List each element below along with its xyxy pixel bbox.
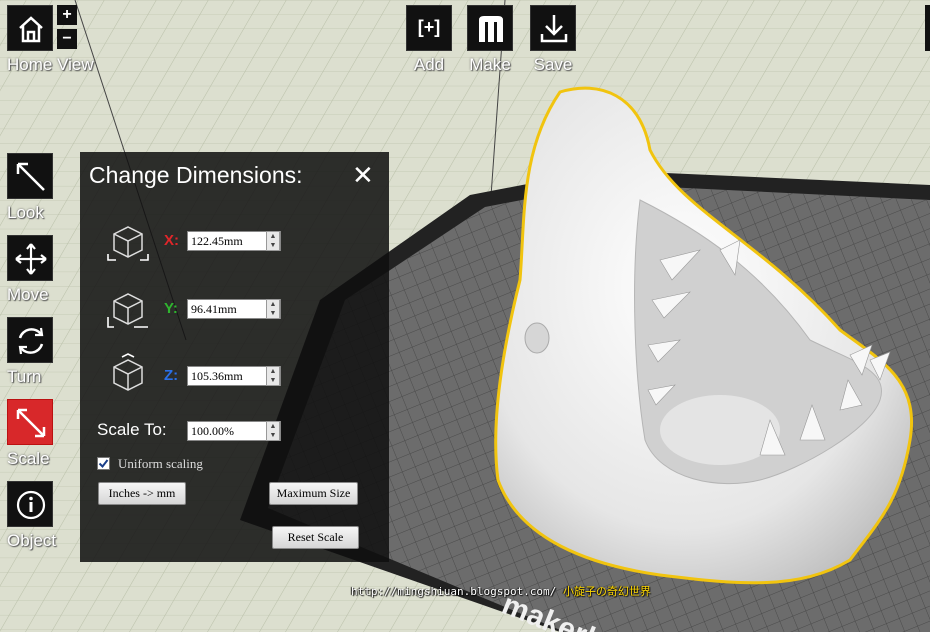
z-axis-label: Z:: [164, 367, 179, 384]
make-button[interactable]: [467, 5, 513, 51]
cube-y-icon: [107, 293, 148, 328]
scale-arrow-icon: [16, 408, 46, 438]
sidebar-label-turn: Turn: [7, 367, 42, 386]
sidebar-item-turn[interactable]: [7, 317, 53, 363]
x-dimension-stepper[interactable]: ▲ ▼: [266, 231, 280, 251]
add-label: Add: [413, 55, 445, 74]
sidebar-label-object: Object: [7, 531, 57, 550]
move-arrows-icon: [15, 243, 47, 275]
top-right-edge: [925, 5, 930, 51]
makerbot-m-icon: [479, 16, 503, 42]
zoom-out-button[interactable]: −: [57, 29, 77, 49]
download-icon: [540, 15, 568, 43]
look-arrow-icon: [16, 162, 45, 191]
add-icon: [+]: [417, 17, 441, 37]
zoom-in-button[interactable]: +: [57, 5, 77, 25]
panel-title: Change Dimensions:: [89, 162, 303, 188]
save-button[interactable]: [530, 5, 576, 51]
uniform-scaling-checkbox[interactable]: [97, 457, 110, 470]
turn-rotate-icon: [18, 327, 44, 355]
home-view-label: Home View: [7, 55, 94, 74]
y-dimension-stepper[interactable]: ▲ ▼: [266, 299, 280, 319]
cube-x-icon: [107, 226, 149, 261]
sidebar-item-move[interactable]: [7, 235, 53, 281]
cube-z-icon: [113, 353, 143, 391]
sidebar-item-scale[interactable]: [7, 399, 53, 445]
watermark-url: http://mingshiuan.blogspot.com/: [351, 585, 557, 598]
sidebar-item-look[interactable]: [7, 153, 53, 199]
make-label: Make: [469, 55, 511, 74]
info-icon: [16, 490, 46, 520]
reset-scale-button[interactable]: Reset Scale: [272, 526, 359, 549]
inches-to-mm-button[interactable]: Inches -> mm: [98, 482, 186, 505]
checkmark-icon: [98, 459, 109, 469]
sidebar-label-move: Move: [7, 285, 49, 304]
watermark: http://mingshiuan.blogspot.com/ 小旋子の奇幻世界: [351, 583, 651, 599]
y-axis-label: Y:: [164, 300, 178, 317]
home-icon: [19, 16, 43, 43]
add-button[interactable]: [+]: [406, 5, 452, 51]
x-axis-label: X:: [164, 232, 179, 249]
maximum-size-button[interactable]: Maximum Size: [269, 482, 358, 505]
sidebar-label-look: Look: [7, 203, 44, 222]
close-icon[interactable]: ✕: [352, 162, 374, 188]
save-label: Save: [533, 55, 573, 74]
change-dimensions-panel: Change Dimensions: ✕ X: 122.45mm ▲ ▼ Y: 9…: [80, 152, 389, 562]
uniform-scaling-label: Uniform scaling: [118, 456, 203, 471]
z-dimension-stepper[interactable]: ▲ ▼: [266, 366, 280, 386]
sidebar-label-scale: Scale: [7, 449, 50, 468]
watermark-title: 小旋子の奇幻世界: [562, 585, 651, 598]
scale-to-label: Scale To:: [97, 420, 167, 439]
scale-percent-stepper[interactable]: ▲ ▼: [266, 421, 280, 441]
sidebar-item-object[interactable]: [7, 481, 53, 527]
home-view-button[interactable]: [7, 5, 53, 51]
